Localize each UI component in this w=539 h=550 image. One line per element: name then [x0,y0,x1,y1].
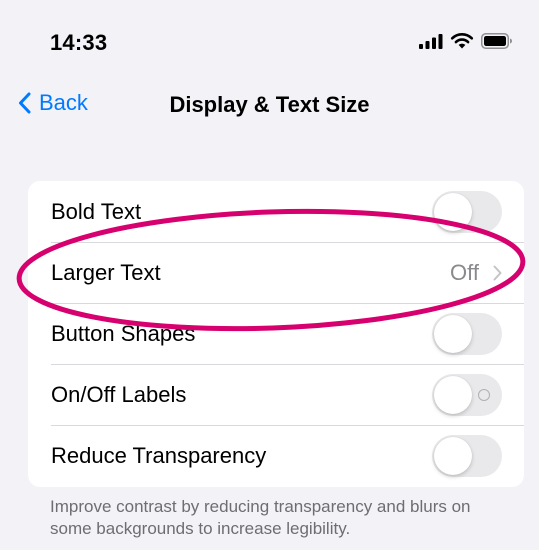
off-indicator-icon [478,388,490,401]
status-bar: 14:33 [0,0,539,80]
button-shapes-toggle[interactable] [432,312,502,355]
navigation-bar: Back Display & Text Size [0,80,539,130]
row-bold-text: Bold Text [28,181,524,242]
wifi-icon [450,33,474,49]
page-title: Display & Text Size [169,92,370,117]
status-time: 14:33 [50,30,108,55]
detail-value: Off [450,259,479,285]
status-icons [419,32,513,49]
toggle-knob [434,314,472,353]
row-label: Reduce Transparency [51,442,267,468]
battery-icon [481,32,512,49]
row-button-shapes: Button Shapes [28,303,524,364]
row-reduce-transparency: Reduce Transparency [28,425,524,486]
row-label: Bold Text [51,198,142,224]
row-larger-text[interactable]: Larger Text Off [28,242,524,303]
toggle-knob [434,192,472,231]
larger-text-detail[interactable]: Off [450,260,502,286]
row-on-off-labels: On/Off Labels [28,364,524,425]
settings-group: Bold Text Larger Text Off Button Shapes … [28,181,524,487]
toggle-knob [434,375,472,414]
row-label: Button Shapes [51,320,196,346]
signal-icon [419,33,443,49]
on-off-labels-toggle[interactable] [432,373,502,416]
row-label: On/Off Labels [51,381,187,407]
row-label: Larger Text [51,259,161,285]
reduce-transparency-toggle[interactable] [432,434,502,477]
toggle-knob [434,436,472,475]
chevron-right-icon [493,265,502,280]
bold-text-toggle[interactable] [432,190,502,233]
footer-note: Improve contrast by reducing transparenc… [50,497,471,538]
